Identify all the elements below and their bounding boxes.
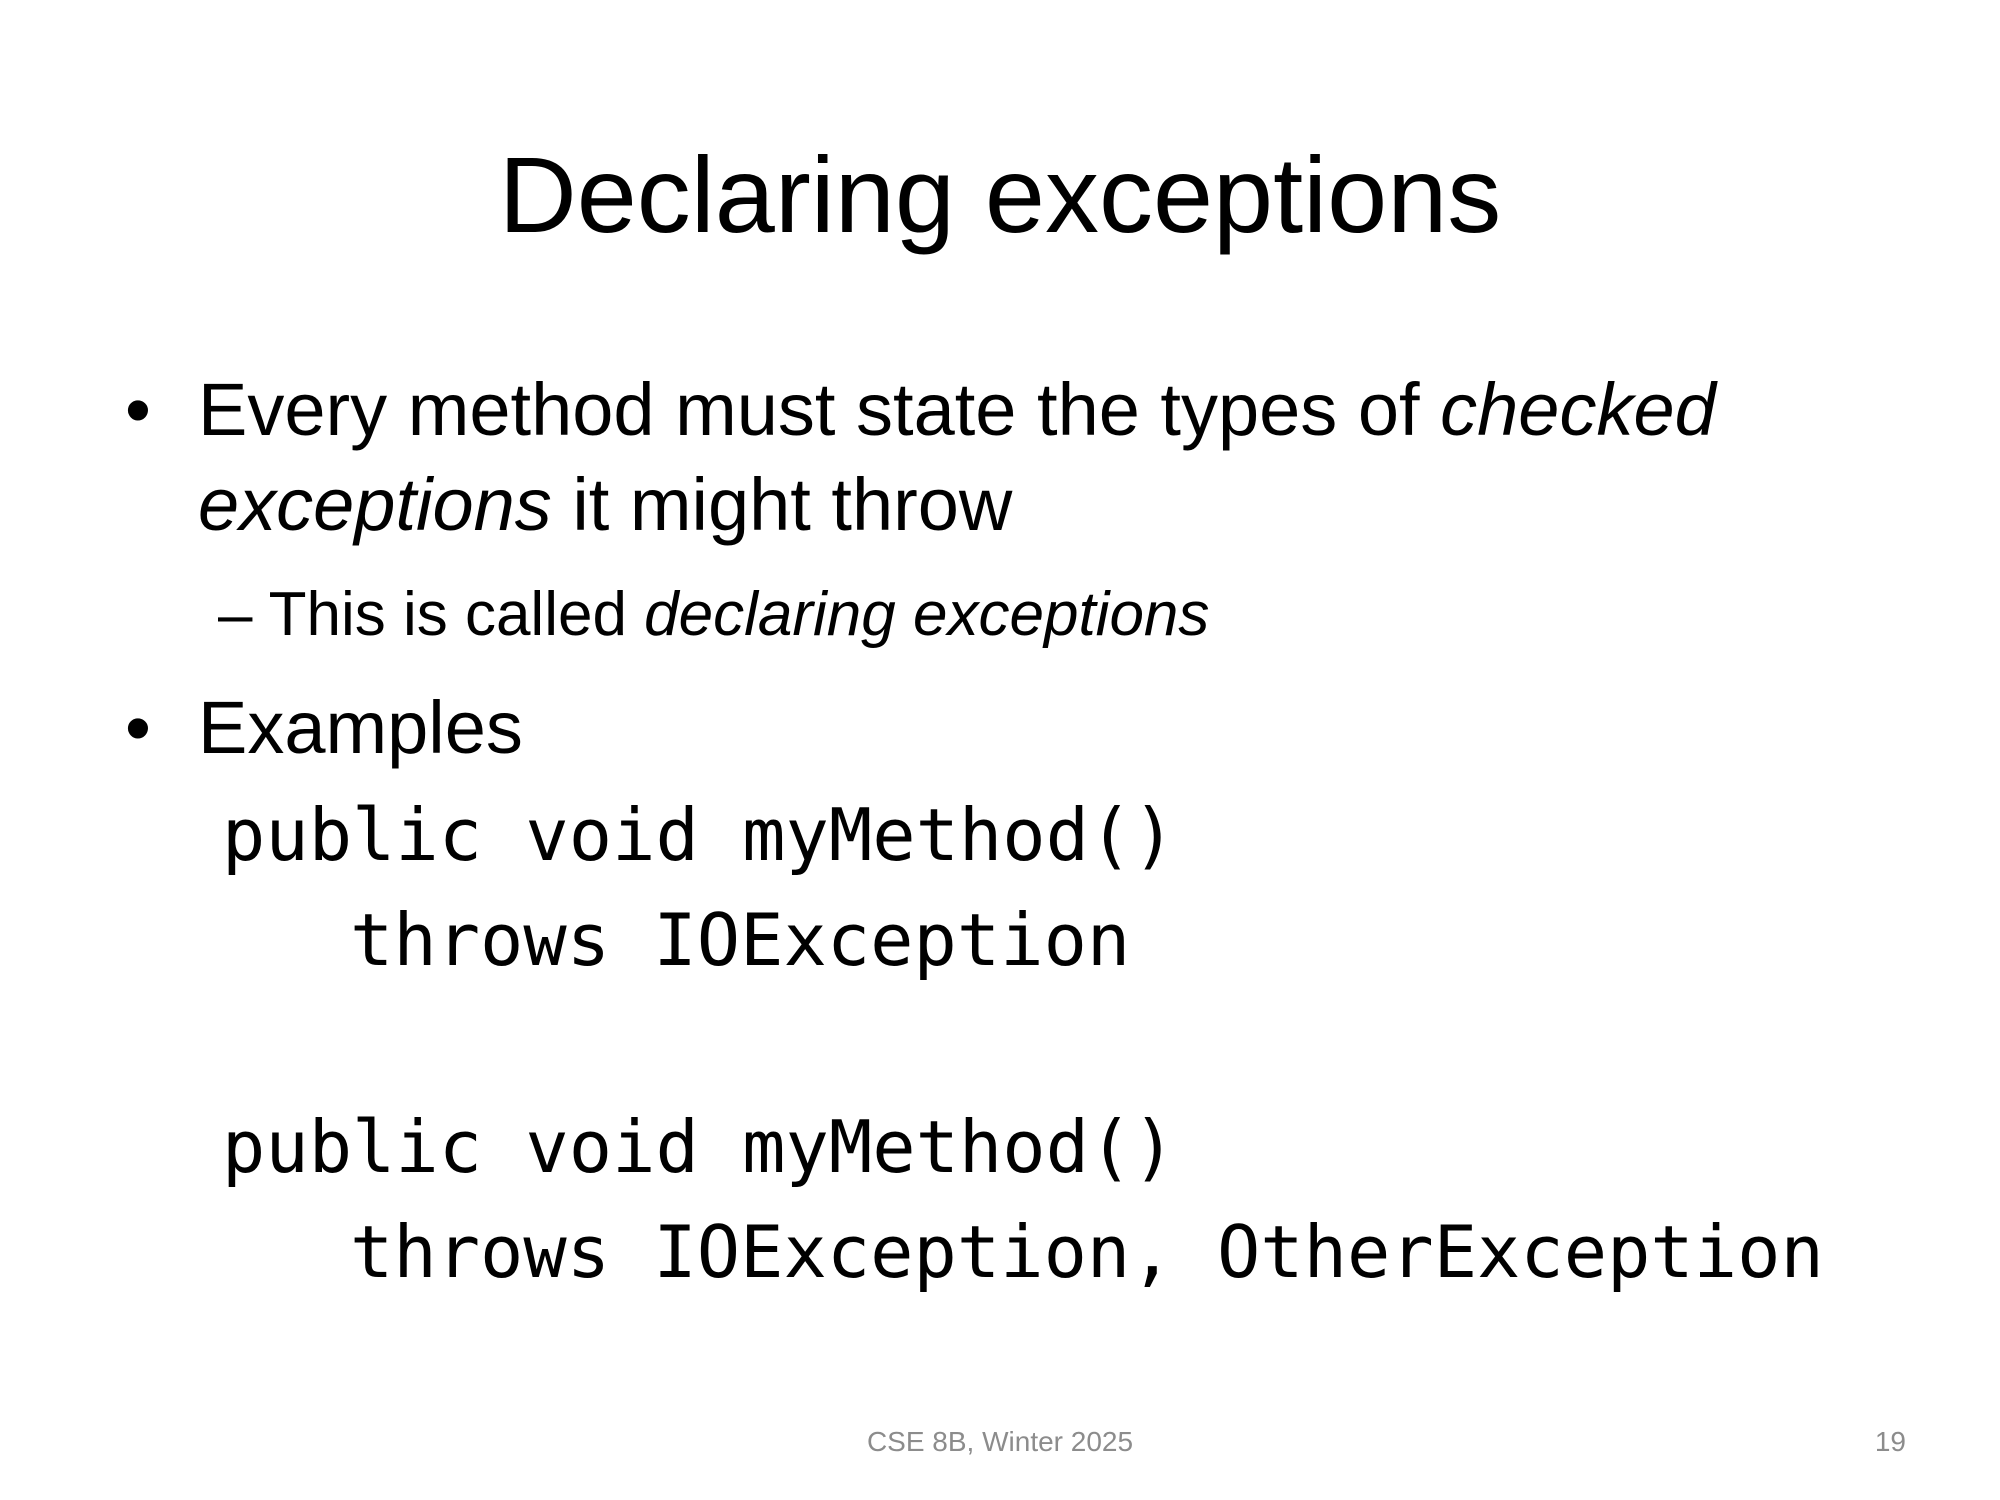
sub-bullet-item-1: – This is called declaring exceptions	[218, 575, 1209, 655]
code-example-1-line-2: throws IOException	[350, 898, 1131, 982]
sub-bullet-text-a: This is called	[268, 580, 645, 649]
bullet-1-text-italic-b: exceptions	[198, 463, 552, 546]
bullet-2-text: Examples	[198, 686, 523, 769]
sub-bullet-text-italic: declaring exceptions	[644, 580, 1210, 649]
footer-page-number: 19	[1874, 1426, 1906, 1457]
bullet-1-text-italic-a: checked	[1440, 368, 1716, 451]
bullet-1-text-b: it might throw	[551, 463, 1013, 546]
sub-bullet-dash: –	[218, 580, 253, 649]
bullet-1-line-2: exceptions it might throw	[198, 457, 1012, 552]
slide-title: Declaring exceptions	[498, 134, 1502, 255]
code-example-2-line-2: throws IOException, OtherException	[350, 1210, 1824, 1294]
code-example-2-line-1: public void myMethod()	[222, 1105, 1176, 1189]
bullet-1-text-a: Every method must state the types of	[198, 368, 1441, 451]
code-example-1-line-1: public void myMethod()	[222, 793, 1176, 877]
slide: Declaring exceptions • Every method must…	[0, 0, 2000, 1500]
footer-course-label: CSE 8B, Winter 2025	[866, 1426, 1134, 1457]
bullet-1-line-1: Every method must state the types of che…	[198, 362, 1716, 457]
bullet-dot-icon: •	[125, 368, 151, 451]
bullet-dot-icon: •	[125, 686, 151, 769]
